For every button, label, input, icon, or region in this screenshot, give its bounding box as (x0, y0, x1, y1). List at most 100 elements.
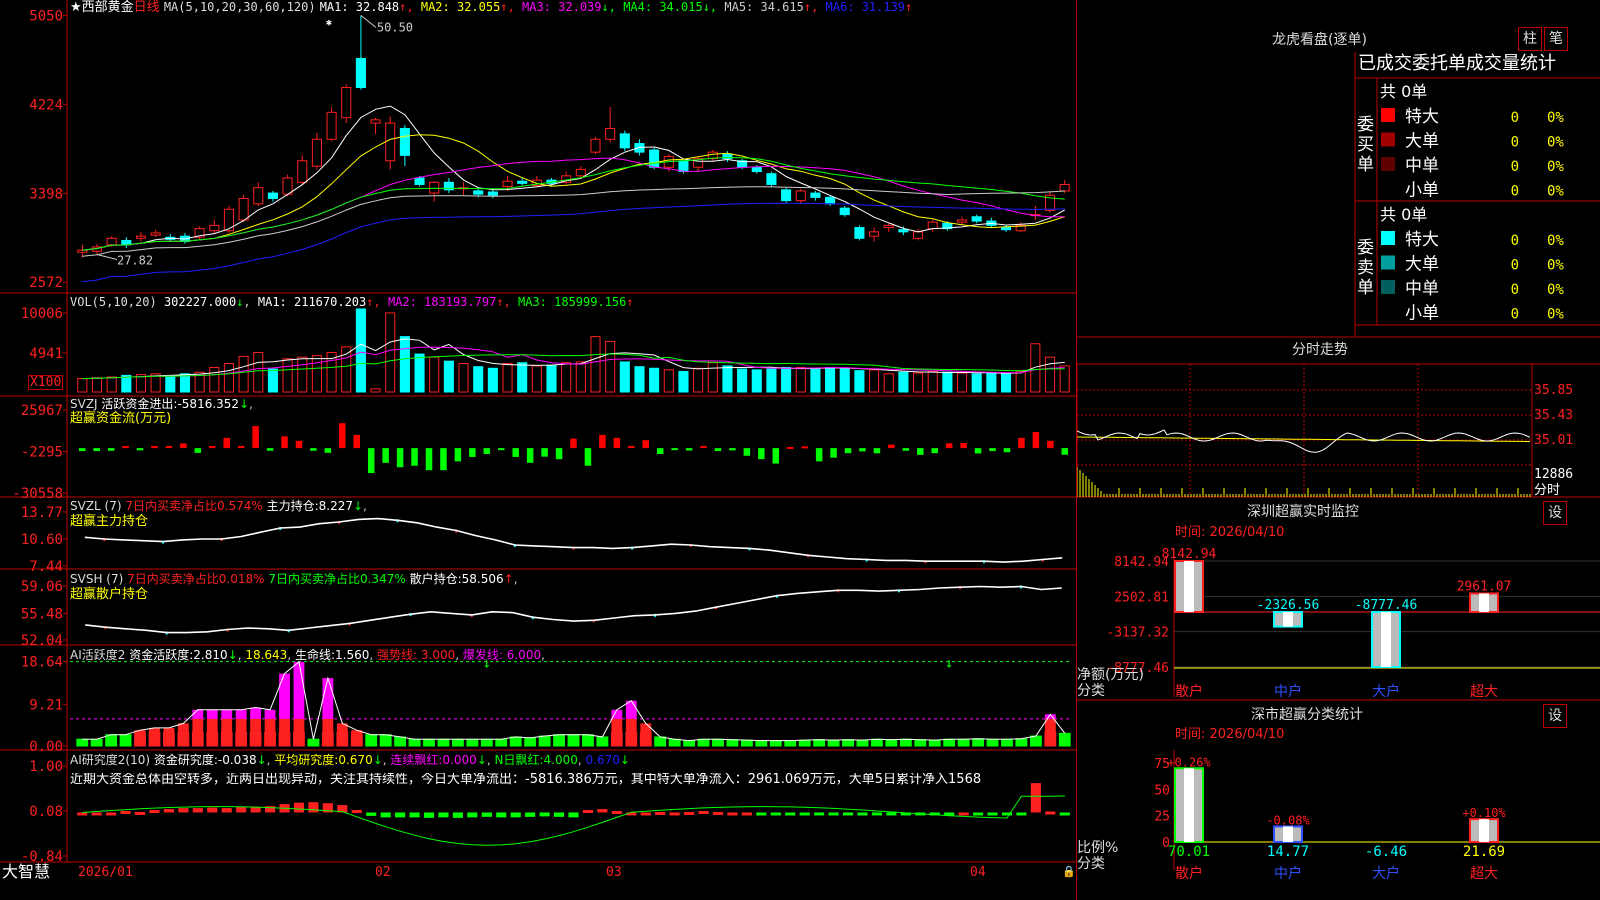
ai-active-bar-top (279, 673, 290, 719)
svzj-bar (642, 440, 649, 449)
svzj-bar (671, 448, 678, 451)
ai-active-bar (249, 731, 262, 747)
svzj-bar (772, 448, 780, 464)
volume-bar (869, 369, 880, 393)
lock-icon[interactable]: 🔒 (1062, 866, 1076, 877)
sell-row-pct: 0% (1547, 233, 1564, 249)
high-pointer (360, 14, 377, 28)
volume-bar (942, 371, 953, 393)
sell-color-swatch (1381, 255, 1395, 270)
classify-settings-button[interactable]: 设 (1543, 704, 1567, 728)
volume-bar (1044, 356, 1056, 393)
svzj-bar (498, 448, 505, 451)
ai-active-bar (856, 739, 869, 747)
volume-bar (311, 355, 322, 393)
svzl-arrow: ↓ (353, 499, 364, 513)
svzj-bar (859, 448, 866, 452)
candle (253, 187, 264, 205)
buy-row-pct: 0% (1547, 159, 1564, 175)
svsh-subtitle: 超赢散户持仓 (70, 587, 149, 602)
ai-active-bar (307, 738, 320, 747)
ai-research-bar (395, 812, 406, 818)
ai-active-bar (379, 734, 392, 747)
vol-value: 302227.000 (163, 295, 237, 309)
svzj-bar (367, 448, 375, 474)
ai-active-bar-top (192, 709, 204, 719)
monitor-time: 时间: 2026/04/10 (1175, 525, 1285, 540)
svsh-ytick: 55.48 (21, 607, 63, 623)
volume-bar (106, 376, 117, 393)
column-view-button[interactable]: 柱 (1518, 27, 1542, 51)
ai-active-bar (163, 731, 175, 747)
ai-research-bar (640, 812, 651, 816)
vol-ytick: 10006 (21, 306, 63, 322)
ai-active-bar (350, 731, 363, 747)
candle (106, 237, 117, 246)
ai-research-value: -0.038 (217, 753, 257, 767)
ai-active-bar-top (206, 709, 218, 719)
monitor-xlabel: 分类 (1077, 683, 1105, 699)
volume-bar (722, 365, 733, 393)
ai-active-bar (697, 738, 710, 747)
ai-research-bar (149, 810, 160, 814)
svsh-label: 散户持仓: (409, 572, 462, 586)
ai-research-bar (192, 808, 203, 813)
legend-item: MA1: 211670.203 (257, 295, 367, 309)
volume-bar (517, 362, 528, 393)
ai-active-bar (148, 731, 161, 747)
legend-item: MA3: 185999.156 (518, 295, 627, 309)
svzj-ytick: 25967 (21, 403, 63, 419)
ai-research-bar (1045, 811, 1056, 815)
volume-bar (267, 368, 278, 393)
monitor-settings-button[interactable]: 设 (1543, 501, 1567, 525)
candle (590, 138, 601, 153)
svzj-bar (960, 442, 967, 449)
candle (751, 166, 762, 173)
main-ytick: 5050 (29, 8, 63, 24)
candle (370, 119, 381, 124)
ai-research-bar (496, 812, 507, 818)
candle (385, 122, 396, 162)
ai-active-bar (90, 738, 103, 747)
candle (267, 192, 278, 199)
favorite-star-icon[interactable]: ★ (70, 0, 82, 15)
period-label[interactable]: 日线 (134, 0, 160, 15)
svzj-bar (223, 437, 230, 449)
ai-research-bar (366, 812, 377, 816)
candle (487, 191, 498, 196)
ai-research-bar (698, 811, 709, 814)
ai-active-bar (293, 731, 305, 747)
ai-research-bar (684, 811, 695, 815)
ai-active-bar (437, 738, 450, 747)
ai-research-bar (106, 812, 117, 816)
svzj-bar (122, 445, 129, 449)
xaxis-label-feb: 02 (375, 865, 391, 880)
classify-bar-highlight (1479, 819, 1489, 842)
right-panel-canvas: 共 0单委买单特大 0 0%大单 0 0%中单 0 0%小单 0 0%共 0单委卖单特大 0 0%大… (1077, 52, 1600, 882)
ai-active-bar (538, 735, 551, 747)
ai-research-bar (973, 812, 984, 816)
ai-research-bar (756, 812, 767, 816)
ai-active-bar (957, 738, 970, 747)
ai-active-bar (625, 731, 638, 747)
svzj-bar (599, 434, 606, 449)
legend-arrow: ↑ (626, 295, 634, 309)
ai-research-bar (438, 812, 449, 818)
candle (927, 221, 938, 230)
volume-bar (179, 373, 191, 393)
volume-bar (223, 363, 234, 393)
sell-row-pct: 0% (1547, 307, 1564, 323)
volume-bar (165, 375, 176, 393)
ai-research-ytick: 1.00 (29, 759, 63, 775)
svzj-bar (93, 448, 100, 452)
volume-bar (883, 373, 894, 393)
ai-research-bar (380, 812, 391, 818)
classify-top-label: +0.10% (1462, 806, 1506, 820)
tick-view-button[interactable]: 笔 (1544, 27, 1568, 51)
volume-bar (77, 378, 88, 393)
volume-bar (1059, 365, 1070, 393)
chart-area[interactable]: 5050 4224 3398 2572 50.50 ✱ 27.82 10006 4941 2596… (0, 0, 1077, 900)
ai-active-bar (191, 731, 204, 747)
svzj-bar (295, 440, 303, 449)
volume-bar (619, 361, 630, 393)
